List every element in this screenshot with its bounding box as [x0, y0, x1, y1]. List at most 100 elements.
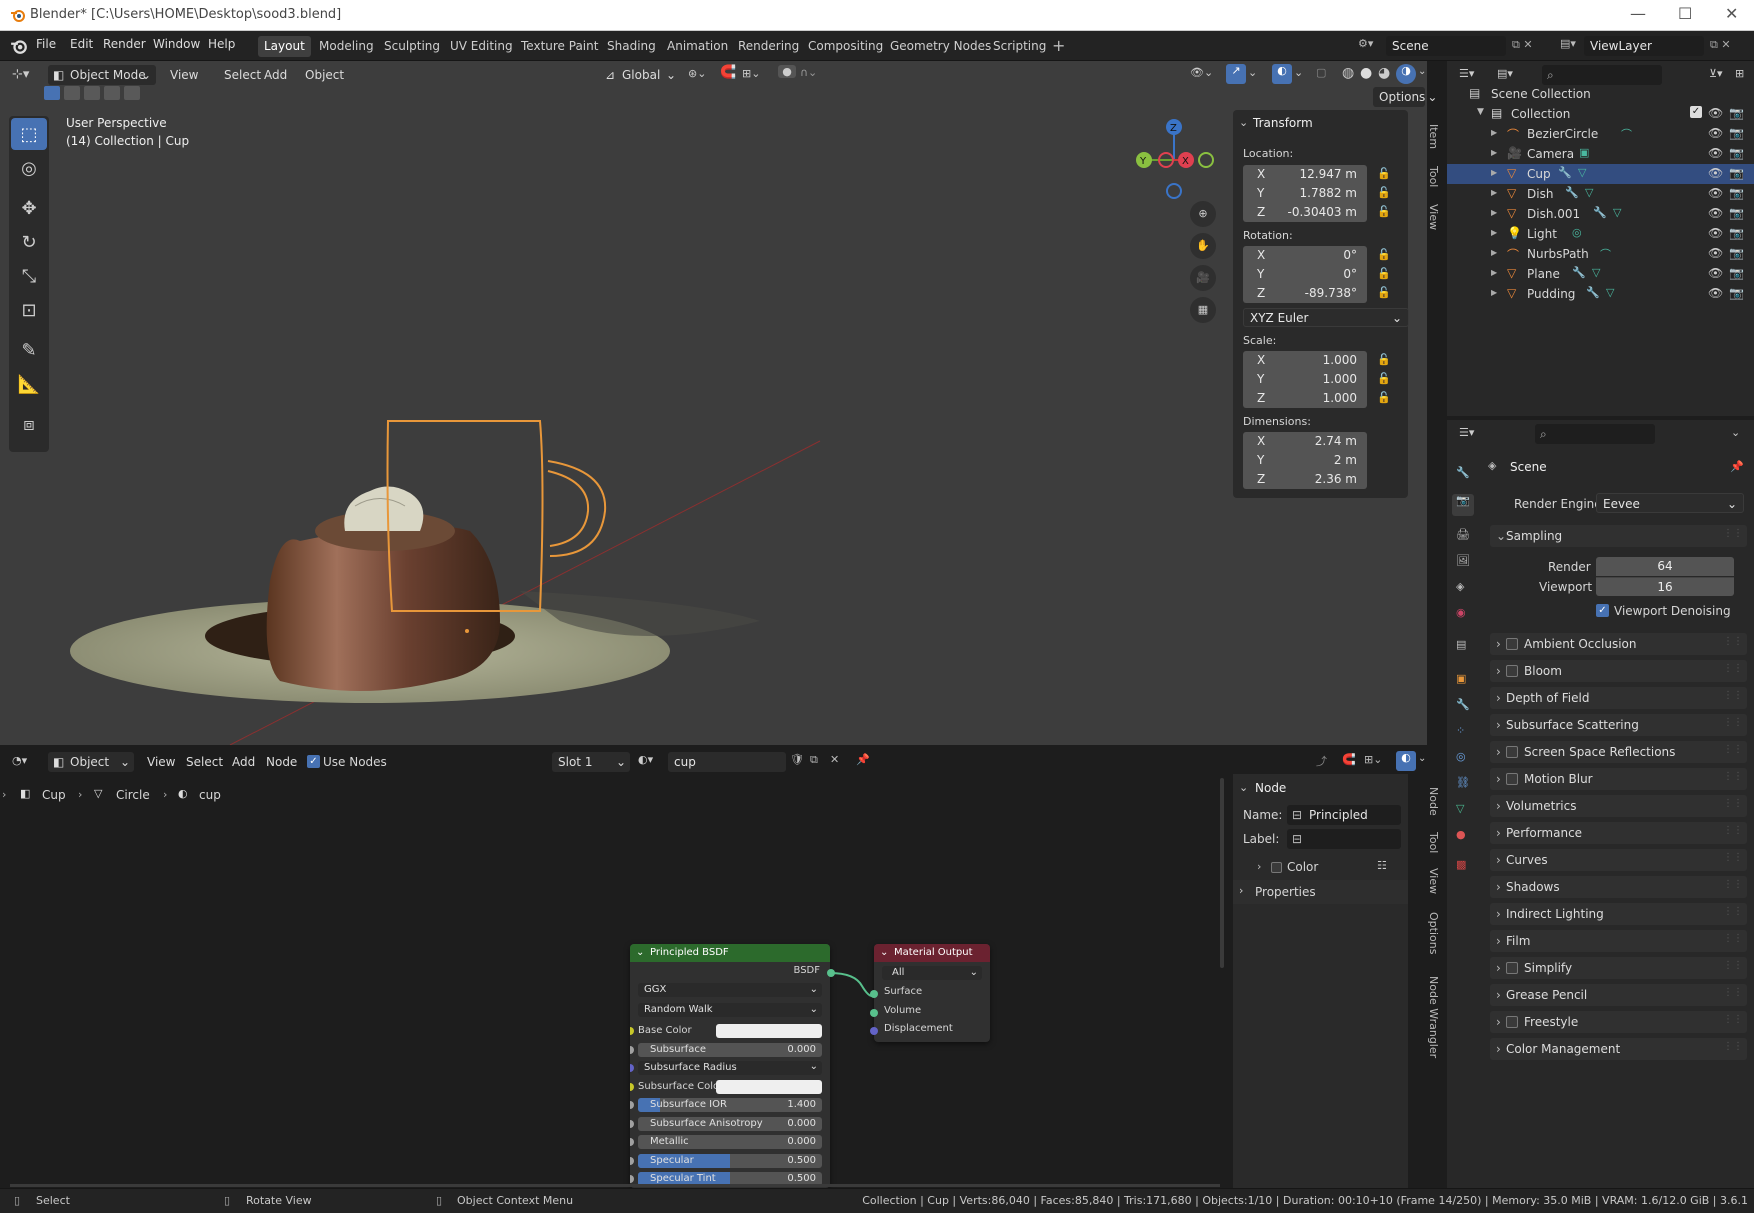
scale-x-field[interactable]: X 1.000 — [1243, 351, 1367, 370]
outliner-item-plane[interactable]: ▶ ▽ Plane 🔧 ▽ 👁 📷 — [1447, 264, 1754, 284]
scene-new-icon[interactable]: ⧉ ✕ — [1512, 38, 1533, 52]
scale-y-field[interactable]: Y 1.000 — [1243, 370, 1367, 389]
tab-uv-editing[interactable]: UV Editing — [444, 36, 519, 57]
input-socket[interactable] — [630, 1082, 634, 1091]
menu-file[interactable]: File — [36, 37, 56, 51]
world-tab-icon[interactable]: ◉ — [1456, 606, 1466, 619]
3d-viewport[interactable]: ⊹▾ ◧ Object Mode ⌄ View Select Add Object… — [0, 61, 1437, 745]
eye-icon[interactable]: 👁 — [1708, 246, 1723, 260]
collection-tab-icon[interactable]: ▤ — [1456, 638, 1466, 651]
mode-dropdown[interactable]: ◧ Object Mode ⌄ — [48, 65, 156, 85]
location-y-field[interactable]: Y 1.7882 m — [1243, 184, 1367, 203]
dimensions-x-field[interactable]: X 2.74 m — [1243, 432, 1367, 451]
surface-socket[interactable] — [870, 990, 878, 998]
eye-icon[interactable]: 👁 — [1708, 106, 1723, 120]
section-film[interactable]: › Film ⋮⋮ — [1490, 930, 1747, 952]
lock-icon[interactable]: 🔓 — [1377, 248, 1391, 262]
section-checkbox[interactable] — [1506, 665, 1518, 677]
tab-node-wrangler[interactable]: Node Wrangler — [1420, 974, 1440, 1060]
node-menu-add[interactable]: Add — [226, 752, 261, 772]
input-socket[interactable] — [630, 1101, 634, 1109]
pivot-icon[interactable]: ⊛⌄ — [688, 67, 706, 80]
camera-render-icon[interactable]: 📷 — [1729, 226, 1744, 240]
collapse-icon[interactable]: ⌄ — [1239, 116, 1248, 129]
lock-icon[interactable]: 🔓 — [1377, 353, 1391, 367]
node-panel-header[interactable]: ⌄ Node — [1233, 774, 1408, 802]
menu-help[interactable]: Help — [208, 37, 235, 51]
move-tool-icon[interactable]: ✥ — [11, 192, 47, 224]
wireframe-shading-icon[interactable]: ◍ — [1342, 65, 1354, 81]
select-box-tool-icon[interactable]: ⬚ — [11, 118, 47, 150]
section-ambient-occlusion[interactable]: › Ambient Occlusion ⋮⋮ — [1490, 633, 1747, 655]
rotation-mode-dropdown[interactable]: XYZ Euler ⌄ — [1243, 308, 1409, 327]
parent-node-tree-icon[interactable]: ⤴ — [1316, 753, 1327, 769]
viewlayer-field[interactable]: ViewLayer — [1584, 36, 1704, 56]
scale-z-field[interactable]: Z 1.000 — [1243, 389, 1367, 408]
camera-render-icon[interactable]: 📷 — [1729, 186, 1744, 200]
render-samples-field[interactable]: 64 — [1596, 557, 1734, 576]
modifier-icon[interactable]: 🔧 — [1586, 286, 1600, 299]
particles-tab-icon[interactable]: ⁘ — [1456, 724, 1465, 737]
node-label-field[interactable]: ⊟ — [1287, 829, 1401, 849]
render-engine-dropdown[interactable]: Eevee ⌄ — [1596, 493, 1744, 513]
fake-user-icon[interactable]: 🛡 — [790, 753, 804, 766]
proportional-edit-icon[interactable]: ● — [778, 65, 796, 78]
data-icon[interactable]: ▽ — [1578, 166, 1586, 179]
eye-icon[interactable]: 👁 — [1708, 186, 1723, 200]
input-field[interactable]: Specular 0.500 — [638, 1153, 822, 1168]
blender-menu-icon[interactable] — [10, 37, 28, 55]
material-name-field[interactable]: cup — [668, 752, 786, 772]
gizmo-dropdown-icon[interactable]: ⌄ — [1248, 66, 1257, 79]
node-name-field[interactable]: ⊟ Principled BSDF — [1287, 805, 1401, 842]
eye-icon[interactable]: 👁 — [1708, 266, 1723, 280]
cursor-tool-icon[interactable]: ◎ — [11, 152, 47, 184]
data-icon[interactable]: ▣ — [1579, 146, 1589, 159]
viewport-samples-field[interactable]: 16 — [1596, 577, 1734, 596]
dimensions-y-field[interactable]: Y 2 m — [1243, 451, 1367, 470]
expand-icon[interactable]: ▶ — [1491, 168, 1497, 177]
tab-scripting[interactable]: Scripting — [987, 36, 1052, 57]
node-color-checkbox[interactable] — [1271, 862, 1282, 873]
texture-tab-icon[interactable]: ▩ — [1456, 858, 1466, 871]
material-shading-icon[interactable]: ◕ — [1378, 65, 1390, 81]
scene-browse-icon[interactable]: ⚙▾ — [1358, 37, 1373, 50]
node-header[interactable]: ⌄ Material Output — [874, 944, 990, 962]
section-simplify[interactable]: › Simplify ⋮⋮ — [1490, 957, 1747, 979]
expand-icon[interactable]: ▶ — [1491, 248, 1497, 257]
outliner-item-nurbspath[interactable]: ▶ ⌒ NurbsPath ⌒ 👁 📷 — [1447, 244, 1754, 264]
expand-icon[interactable]: ▶ — [1491, 128, 1497, 137]
location-z-field[interactable]: Z -0.30403 m — [1243, 203, 1367, 222]
menu-window[interactable]: Window — [153, 37, 200, 51]
lock-icon[interactable]: 🔓 — [1377, 205, 1391, 219]
node-menu-select[interactable]: Select — [180, 752, 229, 772]
dimensions-z-field[interactable]: Z 2.36 m — [1243, 470, 1367, 489]
modifier-icon[interactable]: 🔧 — [1593, 206, 1607, 219]
select-box-new-icon[interactable] — [44, 86, 60, 100]
section-color-management[interactable]: › Color Management ⋮⋮ — [1490, 1038, 1747, 1060]
pin-icon[interactable]: 📌 — [856, 753, 870, 766]
section-shadows[interactable]: › Shadows ⋮⋮ — [1490, 876, 1747, 898]
node-menu-node[interactable]: Node — [260, 752, 303, 772]
add-cube-tool-icon[interactable]: ⧈ — [11, 408, 47, 440]
tab-node[interactable]: Node — [1420, 784, 1440, 818]
eye-icon[interactable]: 👁 — [1708, 146, 1723, 160]
overlay-dropdown-icon[interactable]: ⌄ — [1418, 753, 1426, 764]
input-socket[interactable] — [630, 1156, 634, 1165]
collection-exclude-checkbox[interactable]: ✓ — [1690, 106, 1702, 118]
output-tab-icon[interactable]: 🖨 — [1456, 528, 1470, 541]
data-icon[interactable]: ▽ — [1606, 286, 1614, 299]
slot-dropdown[interactable]: Slot 1 ⌄ — [552, 752, 630, 772]
viewport-options-button[interactable]: Options ⌄ — [1373, 87, 1437, 107]
viewlayer-new-icon[interactable]: ⧉ ✕ — [1710, 38, 1731, 52]
expand-icon[interactable]: ▶ — [1491, 228, 1497, 237]
section-bloom[interactable]: › Bloom ⋮⋮ — [1490, 660, 1747, 682]
xray-icon[interactable]: ▢ — [1316, 66, 1326, 79]
duplicate-material-icon[interactable]: ⧉ — [810, 753, 818, 767]
lock-icon[interactable]: 🔓 — [1377, 286, 1391, 300]
section-checkbox[interactable] — [1506, 1016, 1518, 1028]
camera-render-icon[interactable]: 📷 — [1729, 286, 1744, 300]
snap-target-icon[interactable]: ⊞⌄ — [742, 67, 760, 80]
section-grease-pencil[interactable]: › Grease Pencil ⋮⋮ — [1490, 984, 1747, 1006]
modifier-icon[interactable]: 🔧 — [1558, 166, 1572, 179]
editor-type-icon[interactable]: ⊹▾ — [12, 67, 29, 82]
